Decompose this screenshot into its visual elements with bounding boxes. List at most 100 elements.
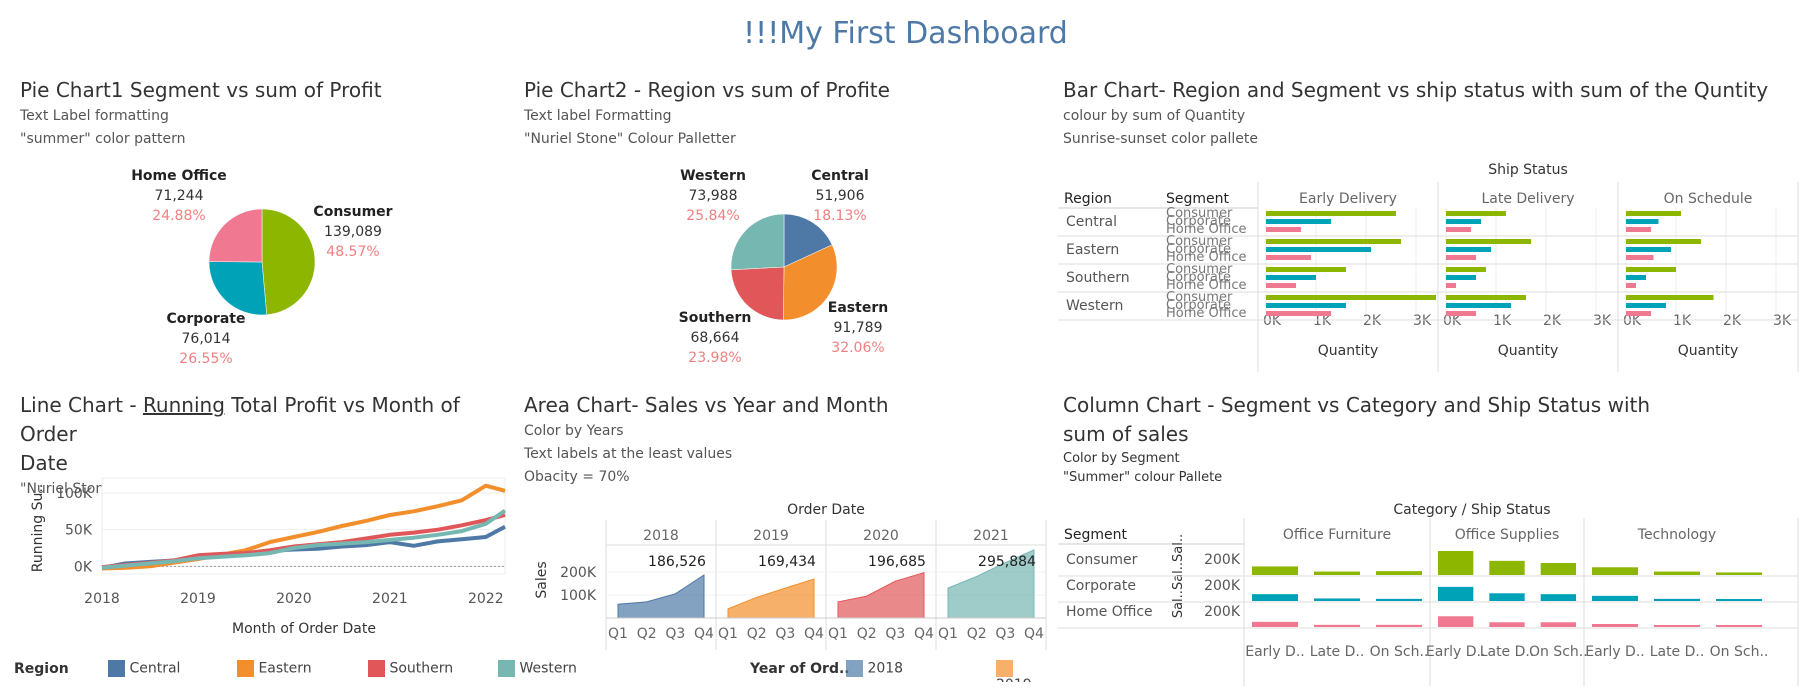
- bar-early-delivery-central-corporate: [1266, 219, 1331, 224]
- bar-on-schedule-central-consumer: [1626, 211, 1681, 216]
- bar-region-eastern: Eastern: [1066, 242, 1119, 258]
- pie2-pct-southern: 23.98%: [688, 350, 741, 366]
- column-bar-office-supplies-consumer-2: [1540, 563, 1576, 575]
- area-chart: Order Date Sales 100K 200K 2018 186,526 Q1 Q2 Q3…: [534, 502, 1047, 650]
- pie2-label-western: Western: [680, 168, 746, 184]
- bar-region-southern: Southern: [1066, 270, 1130, 286]
- area-quarter-2018-Q1: Q1: [608, 626, 628, 642]
- bar-late-delivery-central-consumer: [1446, 211, 1506, 216]
- bar-region-western: Western: [1066, 298, 1123, 314]
- column-bar-office-supplies-corporate-1: [1489, 593, 1525, 601]
- bar-tick-early-delivery-3: 3K: [1413, 313, 1432, 329]
- bar-subtitle-2: Sunrise-sunset color pallete: [1063, 131, 1259, 147]
- column-group-header: Category / Ship Status: [1393, 502, 1550, 518]
- area-col-header-2021: 2021: [973, 528, 1009, 544]
- column-bar-technology-corporate-0: [1592, 595, 1638, 601]
- bar-late-delivery-eastern-corporate: [1446, 247, 1491, 252]
- bar-on-schedule-southern-consumer: [1626, 267, 1676, 272]
- bar-on-schedule-eastern-home-office: [1626, 255, 1654, 260]
- bar-axis-label-early-delivery: Quantity: [1318, 343, 1379, 359]
- bar-late-delivery-southern-consumer: [1446, 267, 1486, 272]
- column-tick-0: 200K: [1204, 552, 1241, 568]
- pie2-pct-eastern: 32.06%: [831, 340, 884, 356]
- area-quarter-2019-Q3: Q3: [775, 626, 795, 642]
- column-segment-corporate: Corporate: [1066, 578, 1136, 594]
- column-bar-office-furniture-home-office-1: [1314, 624, 1360, 627]
- bar-early-delivery-western-corporate: [1266, 303, 1346, 308]
- bar-on-schedule-western-corporate: [1626, 303, 1666, 308]
- legend-swatch-western: [498, 660, 515, 677]
- pie1-title: Pie Chart1 Segment vs sum of Profit: [20, 78, 382, 102]
- column-ship-office-supplies-1: Late D..: [1480, 644, 1535, 660]
- pie2-chart: Central 51,906 18.13% Eastern 91,789 32.06% So…: [679, 168, 889, 366]
- bar-on-schedule-eastern-consumer: [1626, 239, 1701, 244]
- column-bar-technology-home-office-0: [1592, 624, 1638, 627]
- legend-2019[interactable]: 2019: [996, 660, 1050, 682]
- area-col-header-2019: 2019: [753, 528, 789, 544]
- area-quarter-2020-Q1: Q1: [828, 626, 848, 642]
- pie2-subtitle-1: Text label Formatting: [524, 108, 672, 124]
- pie2-label-central: Central: [811, 168, 869, 184]
- column-title-1: Column Chart - Segment vs Category and S…: [1063, 393, 1651, 417]
- bar-on-schedule-western-consumer: [1626, 295, 1714, 300]
- pie1-slice-home-office: [208, 208, 263, 263]
- year-legend-title: Year of Ord..: [750, 661, 850, 677]
- column-bar-office-furniture-consumer-0: [1252, 566, 1298, 575]
- legend-label-eastern: Eastern: [258, 660, 312, 677]
- bar-segment-western-home-office: Home Office: [1166, 306, 1246, 321]
- legend-western[interactable]: Western: [498, 660, 577, 677]
- column-bar-technology-home-office-2: [1716, 625, 1762, 627]
- line-xtick-4: 2022: [468, 591, 504, 607]
- pie2-header: Pie Chart2 - Region vs sum of Profite Te…: [524, 76, 1024, 151]
- bar-tick-on-schedule-3: 3K: [1773, 313, 1792, 329]
- pie2-title: Pie Chart2 - Region vs sum of Profite: [524, 78, 890, 102]
- column-ship-technology-0: Early D..: [1585, 644, 1645, 660]
- column-segment-consumer: Consumer: [1066, 552, 1138, 568]
- area-quarter-2020-Q3: Q3: [885, 626, 905, 642]
- pie1-label-corporate: Corporate: [167, 311, 246, 327]
- pie1-subtitle-1: Text Label formatting: [20, 108, 169, 124]
- area-quarter-2020-Q4: Q4: [914, 626, 934, 642]
- area-ytick-1: 200K: [560, 565, 597, 581]
- line-ylabel: Running Su..: [30, 484, 46, 572]
- bar-early-delivery-western-home-office: [1266, 311, 1331, 316]
- column-bar-office-furniture-home-office-0: [1252, 621, 1298, 627]
- legend-central[interactable]: Central: [108, 660, 180, 677]
- column-bar-office-supplies-home-office-1: [1489, 622, 1525, 627]
- pie2-label-southern: Southern: [679, 310, 752, 326]
- column-subtitle-2: "Summer" colour Pallete: [1063, 470, 1223, 485]
- legend-eastern[interactable]: Eastern: [237, 660, 312, 677]
- bar-early-delivery-eastern-corporate: [1266, 247, 1371, 252]
- bar-axis-label-on-schedule: Quantity: [1678, 343, 1739, 359]
- area-title: Area Chart- Sales vs Year and Month: [524, 393, 889, 417]
- column-cat-header-technology: Technology: [1637, 527, 1716, 543]
- pie1-value-home-office: 71,244: [155, 188, 204, 204]
- area-ytick-0: 100K: [560, 588, 597, 604]
- pie2-value-central: 51,906: [816, 188, 865, 204]
- legend-2018[interactable]: 2018: [846, 660, 903, 677]
- bar-tick-early-delivery-2: 2K: [1363, 313, 1382, 329]
- line-ytick-1: 50K: [65, 523, 93, 539]
- bar-early-delivery-central-home-office: [1266, 227, 1301, 232]
- area-subtitle-2: Text labels at the least values: [524, 446, 733, 462]
- legend-southern[interactable]: Southern: [368, 660, 453, 677]
- bar-title: Bar Chart- Region and Segment vs ship st…: [1063, 78, 1769, 102]
- area-col-header-2020: 2020: [863, 528, 899, 544]
- bar-early-delivery-southern-home-office: [1266, 283, 1296, 288]
- bar-early-delivery-southern-consumer: [1266, 267, 1346, 272]
- pie1-chart: Consumer 139,089 48.57% Corporate 76,014 26.5…: [131, 168, 392, 367]
- area-quarter-2018-Q3: Q3: [665, 626, 685, 642]
- column-bar-technology-consumer-1: [1654, 571, 1700, 575]
- column-ship-office-furniture-0: Early D..: [1245, 644, 1305, 660]
- bar-col-header-early-delivery: Early Delivery: [1299, 191, 1397, 207]
- area-quarter-2019-Q4: Q4: [804, 626, 824, 642]
- bar-late-delivery-southern-corporate: [1446, 275, 1476, 280]
- column-bar-technology-consumer-2: [1716, 572, 1762, 575]
- area-quarter-2021-Q3: Q3: [995, 626, 1015, 642]
- area-column-group-header: Order Date: [787, 502, 865, 518]
- bar-late-delivery-southern-home-office: [1446, 283, 1456, 288]
- area-value-label-2020: 196,685: [868, 554, 926, 570]
- area-quarter-2018-Q2: Q2: [637, 626, 657, 642]
- bar-on-schedule-southern-corporate: [1626, 275, 1646, 280]
- column-bar-office-furniture-corporate-2: [1376, 598, 1422, 601]
